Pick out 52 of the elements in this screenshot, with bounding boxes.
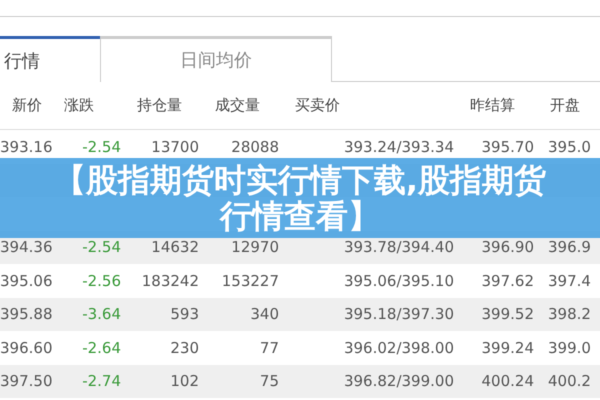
column-header: 涨跌 bbox=[63, 95, 95, 116]
table-cell-text: 397.4 bbox=[547, 270, 592, 292]
table-cell-text: 395.06 bbox=[0, 270, 52, 292]
table-cell-text: 396.90 bbox=[480, 237, 535, 258]
table-cell-text: -2.54 bbox=[81, 136, 122, 158]
table-cell-text: 28088 bbox=[230, 136, 280, 158]
table-cell-text: 397.50 bbox=[0, 371, 52, 392]
table-cell-text: 14632 bbox=[150, 237, 200, 258]
table-cell-text: -2.54 bbox=[81, 237, 122, 258]
table-cell-text: 398.2 bbox=[547, 304, 592, 325]
table-cell-text: 393.78/394.40 bbox=[342, 237, 455, 258]
table-cell-text: 395.0 bbox=[547, 136, 592, 158]
table-cell-text: 400.2 bbox=[547, 371, 592, 392]
column-header: 开盘 bbox=[549, 95, 581, 116]
banner-title: 【股指期货时实行情下载,股指期货行情查看】 bbox=[52, 162, 548, 234]
column-header: 买卖价 bbox=[294, 95, 341, 116]
table-cell-text: 395.70 bbox=[480, 136, 535, 158]
table-cell-text: -2.64 bbox=[81, 338, 122, 358]
table-cell-text: 395.06/395.10 bbox=[342, 270, 455, 292]
tab[interactable]: 行情 bbox=[0, 36, 100, 83]
table-cell-text: 77 bbox=[258, 338, 280, 358]
table-cell-text: 153227 bbox=[220, 270, 280, 292]
table-cell-text: 396.60 bbox=[0, 338, 52, 358]
table-cell-text: 230 bbox=[169, 338, 200, 358]
column-header: 持仓量 bbox=[136, 95, 183, 116]
table-cell-text: 396.82/399.00 bbox=[342, 371, 455, 392]
table-cell-text: 394.36 bbox=[0, 237, 52, 258]
table-cell-text: 12970 bbox=[230, 237, 280, 258]
column-header: 新价 bbox=[11, 95, 43, 116]
table-cell-text: 183242 bbox=[140, 270, 200, 292]
table-cell-text: 396.9 bbox=[547, 237, 592, 258]
table-cell-text: 593 bbox=[169, 304, 200, 325]
table-cell-text: -2.74 bbox=[81, 371, 122, 392]
table-cell-text: 399.24 bbox=[480, 338, 535, 358]
table-cell-text: 393.24/393.34 bbox=[342, 136, 455, 158]
table-cell-text: 400.24 bbox=[480, 371, 535, 392]
table-cell-text: 399.0 bbox=[547, 338, 592, 358]
table-cell-text: 399.52 bbox=[480, 304, 535, 325]
table-cell-text: 340 bbox=[249, 304, 280, 325]
table-cell-text: 397.62 bbox=[480, 270, 535, 292]
table-cell-text: 395.88 bbox=[0, 304, 52, 325]
table-cell-text: -2.56 bbox=[81, 270, 122, 292]
table-cell-text: 396.02/398.00 bbox=[342, 338, 455, 358]
table-cell-text: 75 bbox=[258, 371, 280, 392]
table-cell-text: 102 bbox=[169, 371, 200, 392]
table-cell-text: -3.64 bbox=[81, 304, 122, 325]
column-header: 成交量 bbox=[214, 95, 261, 116]
table-cell-text: 13700 bbox=[150, 136, 200, 158]
table-cell-text: 395.18/397.30 bbox=[342, 304, 455, 325]
tab[interactable]: 日间均价 bbox=[100, 36, 332, 82]
table-cell-text: 393.16 bbox=[0, 136, 52, 158]
column-header: 昨结算 bbox=[469, 95, 516, 116]
